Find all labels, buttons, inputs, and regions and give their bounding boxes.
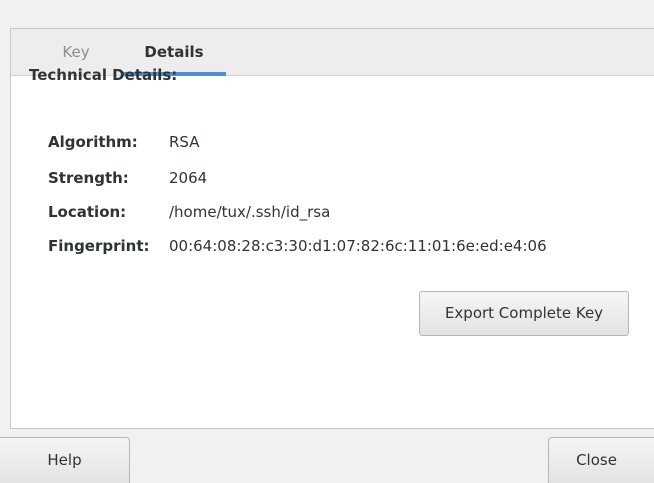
details-notebook: Key Details [10, 28, 654, 429]
tab-key-label: Key [62, 43, 90, 61]
algorithm-label: Algorithm: [48, 133, 138, 151]
strength-label: Strength: [48, 169, 129, 187]
tab-details-label: Details [144, 43, 204, 61]
algorithm-value: RSA [169, 133, 200, 151]
close-button[interactable]: Close [548, 437, 654, 483]
fingerprint-label: Fingerprint: [48, 237, 150, 255]
section-title: Technical Details: [29, 66, 178, 84]
strength-value: 2064 [169, 169, 208, 187]
help-button[interactable]: Help [0, 437, 130, 483]
fingerprint-value: 00:64:08:28:c3:30:d1:07:82:6c:11:01:6e:e… [169, 237, 547, 255]
location-value: /home/tux/.ssh/id_rsa [169, 203, 331, 221]
location-label: Location: [48, 203, 127, 221]
export-complete-key-button[interactable]: Export Complete Key [419, 291, 629, 336]
